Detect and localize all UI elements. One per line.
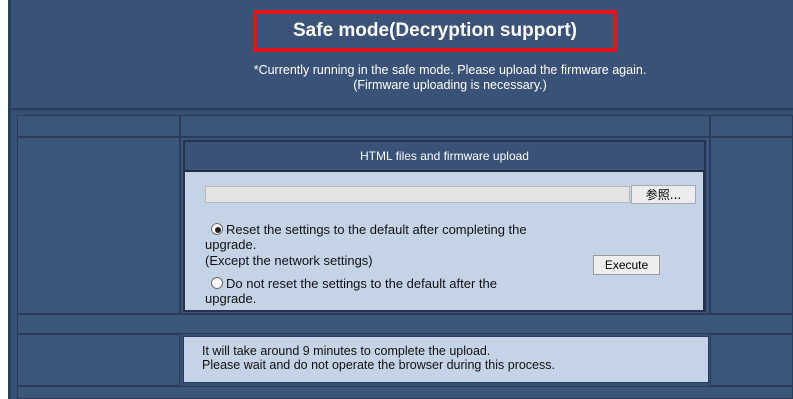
- grid-cell: [17, 386, 793, 399]
- page-title-box: Safe mode(Decryption support): [253, 10, 617, 52]
- grid-cell: [180, 115, 710, 137]
- no-reset-option-line-1: Do not reset the settings to the default…: [226, 276, 498, 291]
- no-reset-option-line-2: upgrade.: [205, 291, 257, 306]
- left-margin: [0, 0, 8, 399]
- reset-option-line-1: Reset the settings to the default after …: [226, 222, 527, 237]
- grid-cell: [710, 137, 793, 314]
- panel-right-border: [703, 172, 706, 312]
- notice-line-1: *Currently running in the safe mode. Ple…: [253, 63, 647, 77]
- reset-settings-radio[interactable]: [211, 223, 223, 235]
- upload-info-text: It will take around 9 minutes to complet…: [202, 344, 555, 372]
- grid-cell: [710, 115, 793, 137]
- info-line-1: It will take around 9 minutes to complet…: [202, 344, 491, 358]
- page-title: Safe mode(Decryption support): [293, 20, 577, 41]
- grid-cell: [17, 115, 180, 137]
- reset-option-line-2: upgrade.: [205, 237, 257, 252]
- grid-cell: [17, 137, 180, 314]
- firmware-file-field[interactable]: [205, 186, 630, 203]
- grid-cell: [17, 334, 180, 386]
- reset-option-note: (Except the network settings): [205, 253, 373, 268]
- info-line-2: Please wait and do not operate the brows…: [202, 358, 555, 372]
- grid-cell: [710, 334, 793, 386]
- notice-line-2: (Firmware uploading is necessary.): [353, 78, 547, 92]
- grid-cell: [17, 314, 793, 334]
- no-reset-radio[interactable]: [211, 277, 223, 289]
- upload-section-title: HTML files and firmware upload: [183, 140, 706, 172]
- safe-mode-notice: *Currently running in the safe mode. Ple…: [180, 63, 720, 93]
- radio-selected-dot: [215, 227, 221, 233]
- browse-button[interactable]: 参照...: [631, 185, 696, 204]
- execute-button[interactable]: Execute: [593, 255, 660, 275]
